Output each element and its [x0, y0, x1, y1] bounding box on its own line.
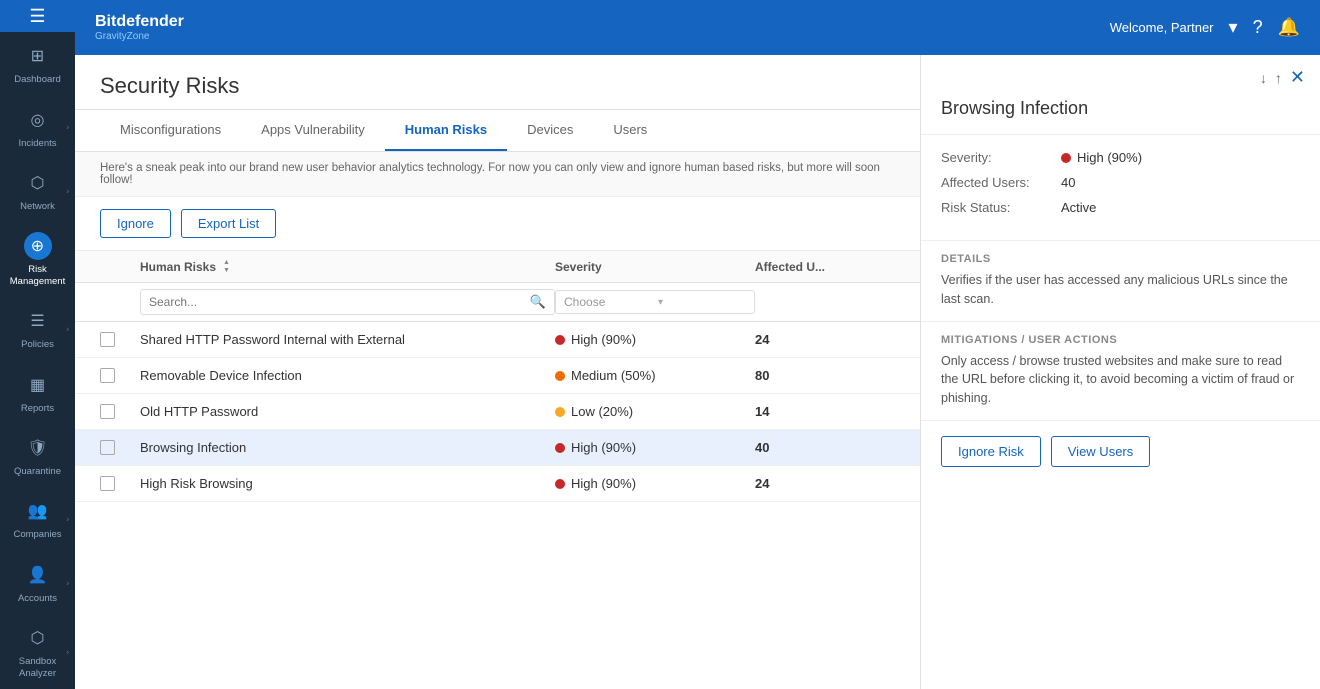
- sidebar-item-companies[interactable]: 👥 Companies ›: [0, 487, 75, 550]
- tab-misconfigurations[interactable]: Misconfigurations: [100, 110, 241, 151]
- tab-devices[interactable]: Devices: [507, 110, 593, 151]
- sandbox-icon: ⬡: [24, 624, 52, 652]
- row-checkbox[interactable]: [100, 476, 115, 491]
- sidebar-item-risk-management[interactable]: ⊕ Risk Management: [0, 222, 75, 297]
- tabs-bar: Misconfigurations Apps Vulnerability Hum…: [75, 110, 920, 152]
- actions-bar: Ignore Export List: [75, 197, 920, 251]
- severity-dot: [555, 335, 565, 345]
- risks-table: Human Risks ▲▼ Severity Affected U... 🔍 …: [75, 251, 920, 689]
- search-filter-row: 🔍 Choose ▾: [75, 283, 920, 322]
- sidebar-item-dashboard[interactable]: ⊞ Dashboard: [0, 32, 75, 95]
- sidebar-top-bar: ☰: [0, 0, 75, 32]
- affected-users-field: Affected Users: 40: [941, 175, 1300, 190]
- details-section-title: DETAILS: [921, 241, 1320, 271]
- severity-dot: [1061, 153, 1071, 163]
- expand-arrow-icon: ›: [66, 647, 69, 656]
- details-text: Verifies if the user has accessed any ma…: [921, 271, 1320, 322]
- row-checkbox[interactable]: [100, 404, 115, 419]
- table-row[interactable]: Shared HTTP Password Internal with Exter…: [75, 322, 920, 358]
- navigate-up-icon[interactable]: ↑: [1275, 70, 1282, 86]
- help-icon[interactable]: ?: [1253, 17, 1263, 38]
- sidebar-item-policies[interactable]: ☰ Policies ›: [0, 297, 75, 360]
- main-wrapper: Security Risks Misconfigurations Apps Vu…: [75, 55, 1320, 689]
- policies-icon: ☰: [24, 307, 52, 335]
- incidents-icon: ◎: [24, 106, 52, 134]
- info-banner: Here's a sneak peak into our brand new u…: [75, 152, 920, 197]
- search-box: 🔍: [140, 289, 555, 315]
- hamburger-icon[interactable]: ☰: [29, 6, 45, 27]
- col-header-affected: Affected U...: [755, 260, 895, 274]
- page-title: Security Risks: [100, 73, 895, 99]
- panel-header: ↓ ↑ ✕: [921, 55, 1320, 93]
- ignore-risk-button[interactable]: Ignore Risk: [941, 436, 1041, 467]
- top-header: Bitdefender GravityZone Welcome, Partner…: [75, 0, 1320, 55]
- header-right: Welcome, Partner ▾ ? 🔔: [1110, 17, 1300, 38]
- col-header-severity: Severity: [555, 260, 755, 274]
- view-users-button[interactable]: View Users: [1051, 436, 1151, 467]
- severity-dot: [555, 479, 565, 489]
- tab-human-risks[interactable]: Human Risks: [385, 110, 507, 151]
- row-checkbox[interactable]: [100, 368, 115, 383]
- expand-arrow-icon: ›: [66, 578, 69, 587]
- tab-users[interactable]: Users: [593, 110, 667, 151]
- mitigations-section-title: MITIGATIONS / USER ACTIONS: [921, 322, 1320, 352]
- sidebar-item-sandbox[interactable]: ⬡ Sandbox Analyzer ›: [0, 614, 75, 689]
- sidebar-item-reports[interactable]: ▦ Reports: [0, 361, 75, 424]
- reports-icon: ▦: [24, 371, 52, 399]
- panel-actions: Ignore Risk View Users: [921, 421, 1320, 482]
- expand-arrow-icon: ›: [66, 186, 69, 195]
- severity-dot: [555, 371, 565, 381]
- search-icon: 🔍: [530, 294, 546, 310]
- detail-fields: Severity: High (90%) Affected Users: 40 …: [921, 135, 1320, 241]
- export-list-button[interactable]: Export List: [181, 209, 276, 238]
- main-content: Security Risks Misconfigurations Apps Vu…: [75, 55, 920, 689]
- sidebar-item-incidents[interactable]: ◎ Incidents ›: [0, 96, 75, 159]
- table-row[interactable]: Browsing Infection High (90%) 40: [75, 430, 920, 466]
- severity-dot: [555, 407, 565, 417]
- companies-icon: 👥: [24, 497, 52, 525]
- expand-arrow-icon: ›: [66, 324, 69, 333]
- row-checkbox[interactable]: [100, 440, 115, 455]
- sidebar-item-quarantine[interactable]: 🛡 Quarantine: [0, 424, 75, 487]
- network-icon: ⬡: [24, 169, 52, 197]
- table-row[interactable]: Removable Device Infection Medium (50%) …: [75, 358, 920, 394]
- sidebar-item-accounts[interactable]: 👤 Accounts ›: [0, 551, 75, 614]
- search-input[interactable]: [149, 295, 524, 309]
- page-title-area: Security Risks: [75, 55, 920, 110]
- mitigations-text: Only access / browse trusted websites an…: [921, 352, 1320, 421]
- sidebar-item-network[interactable]: ⬡ Network ›: [0, 159, 75, 222]
- severity-dot: [555, 443, 565, 453]
- accounts-icon: 👤: [24, 561, 52, 589]
- severity-field: Severity: High (90%): [941, 150, 1300, 165]
- sort-icon[interactable]: ▲▼: [223, 259, 230, 274]
- severity-filter-dropdown[interactable]: Choose ▾: [555, 290, 755, 314]
- expand-arrow-icon: ›: [66, 123, 69, 132]
- quarantine-icon: 🛡: [24, 434, 52, 462]
- panel-title: Browsing Infection: [921, 93, 1320, 135]
- dropdown-chevron-icon: ▾: [658, 297, 746, 308]
- ignore-button[interactable]: Ignore: [100, 209, 171, 238]
- table-row[interactable]: Old HTTP Password Low (20%) 14: [75, 394, 920, 430]
- expand-arrow-icon: ›: [66, 515, 69, 524]
- table-row[interactable]: High Risk Browsing High (90%) 24: [75, 466, 920, 502]
- navigate-down-icon[interactable]: ↓: [1260, 70, 1267, 86]
- risk-status-field: Risk Status: Active: [941, 200, 1300, 215]
- risk-management-icon: ⊕: [24, 232, 52, 260]
- detail-panel: ↓ ↑ ✕ Browsing Infection Severity: High …: [920, 55, 1320, 689]
- sidebar: ☰ ⊞ Dashboard ◎ Incidents › ⬡ Network › …: [0, 0, 75, 689]
- col-header-risk-name: Human Risks ▲▼: [140, 259, 555, 274]
- tab-apps-vulnerability[interactable]: Apps Vulnerability: [241, 110, 385, 151]
- dropdown-arrow-icon[interactable]: ▾: [1229, 17, 1238, 38]
- table-header: Human Risks ▲▼ Severity Affected U...: [75, 251, 920, 283]
- notifications-icon[interactable]: 🔔: [1278, 17, 1300, 38]
- close-panel-icon[interactable]: ✕: [1290, 67, 1305, 88]
- dashboard-icon: ⊞: [24, 42, 52, 70]
- row-checkbox[interactable]: [100, 332, 115, 347]
- brand-logo: Bitdefender GravityZone: [95, 13, 184, 42]
